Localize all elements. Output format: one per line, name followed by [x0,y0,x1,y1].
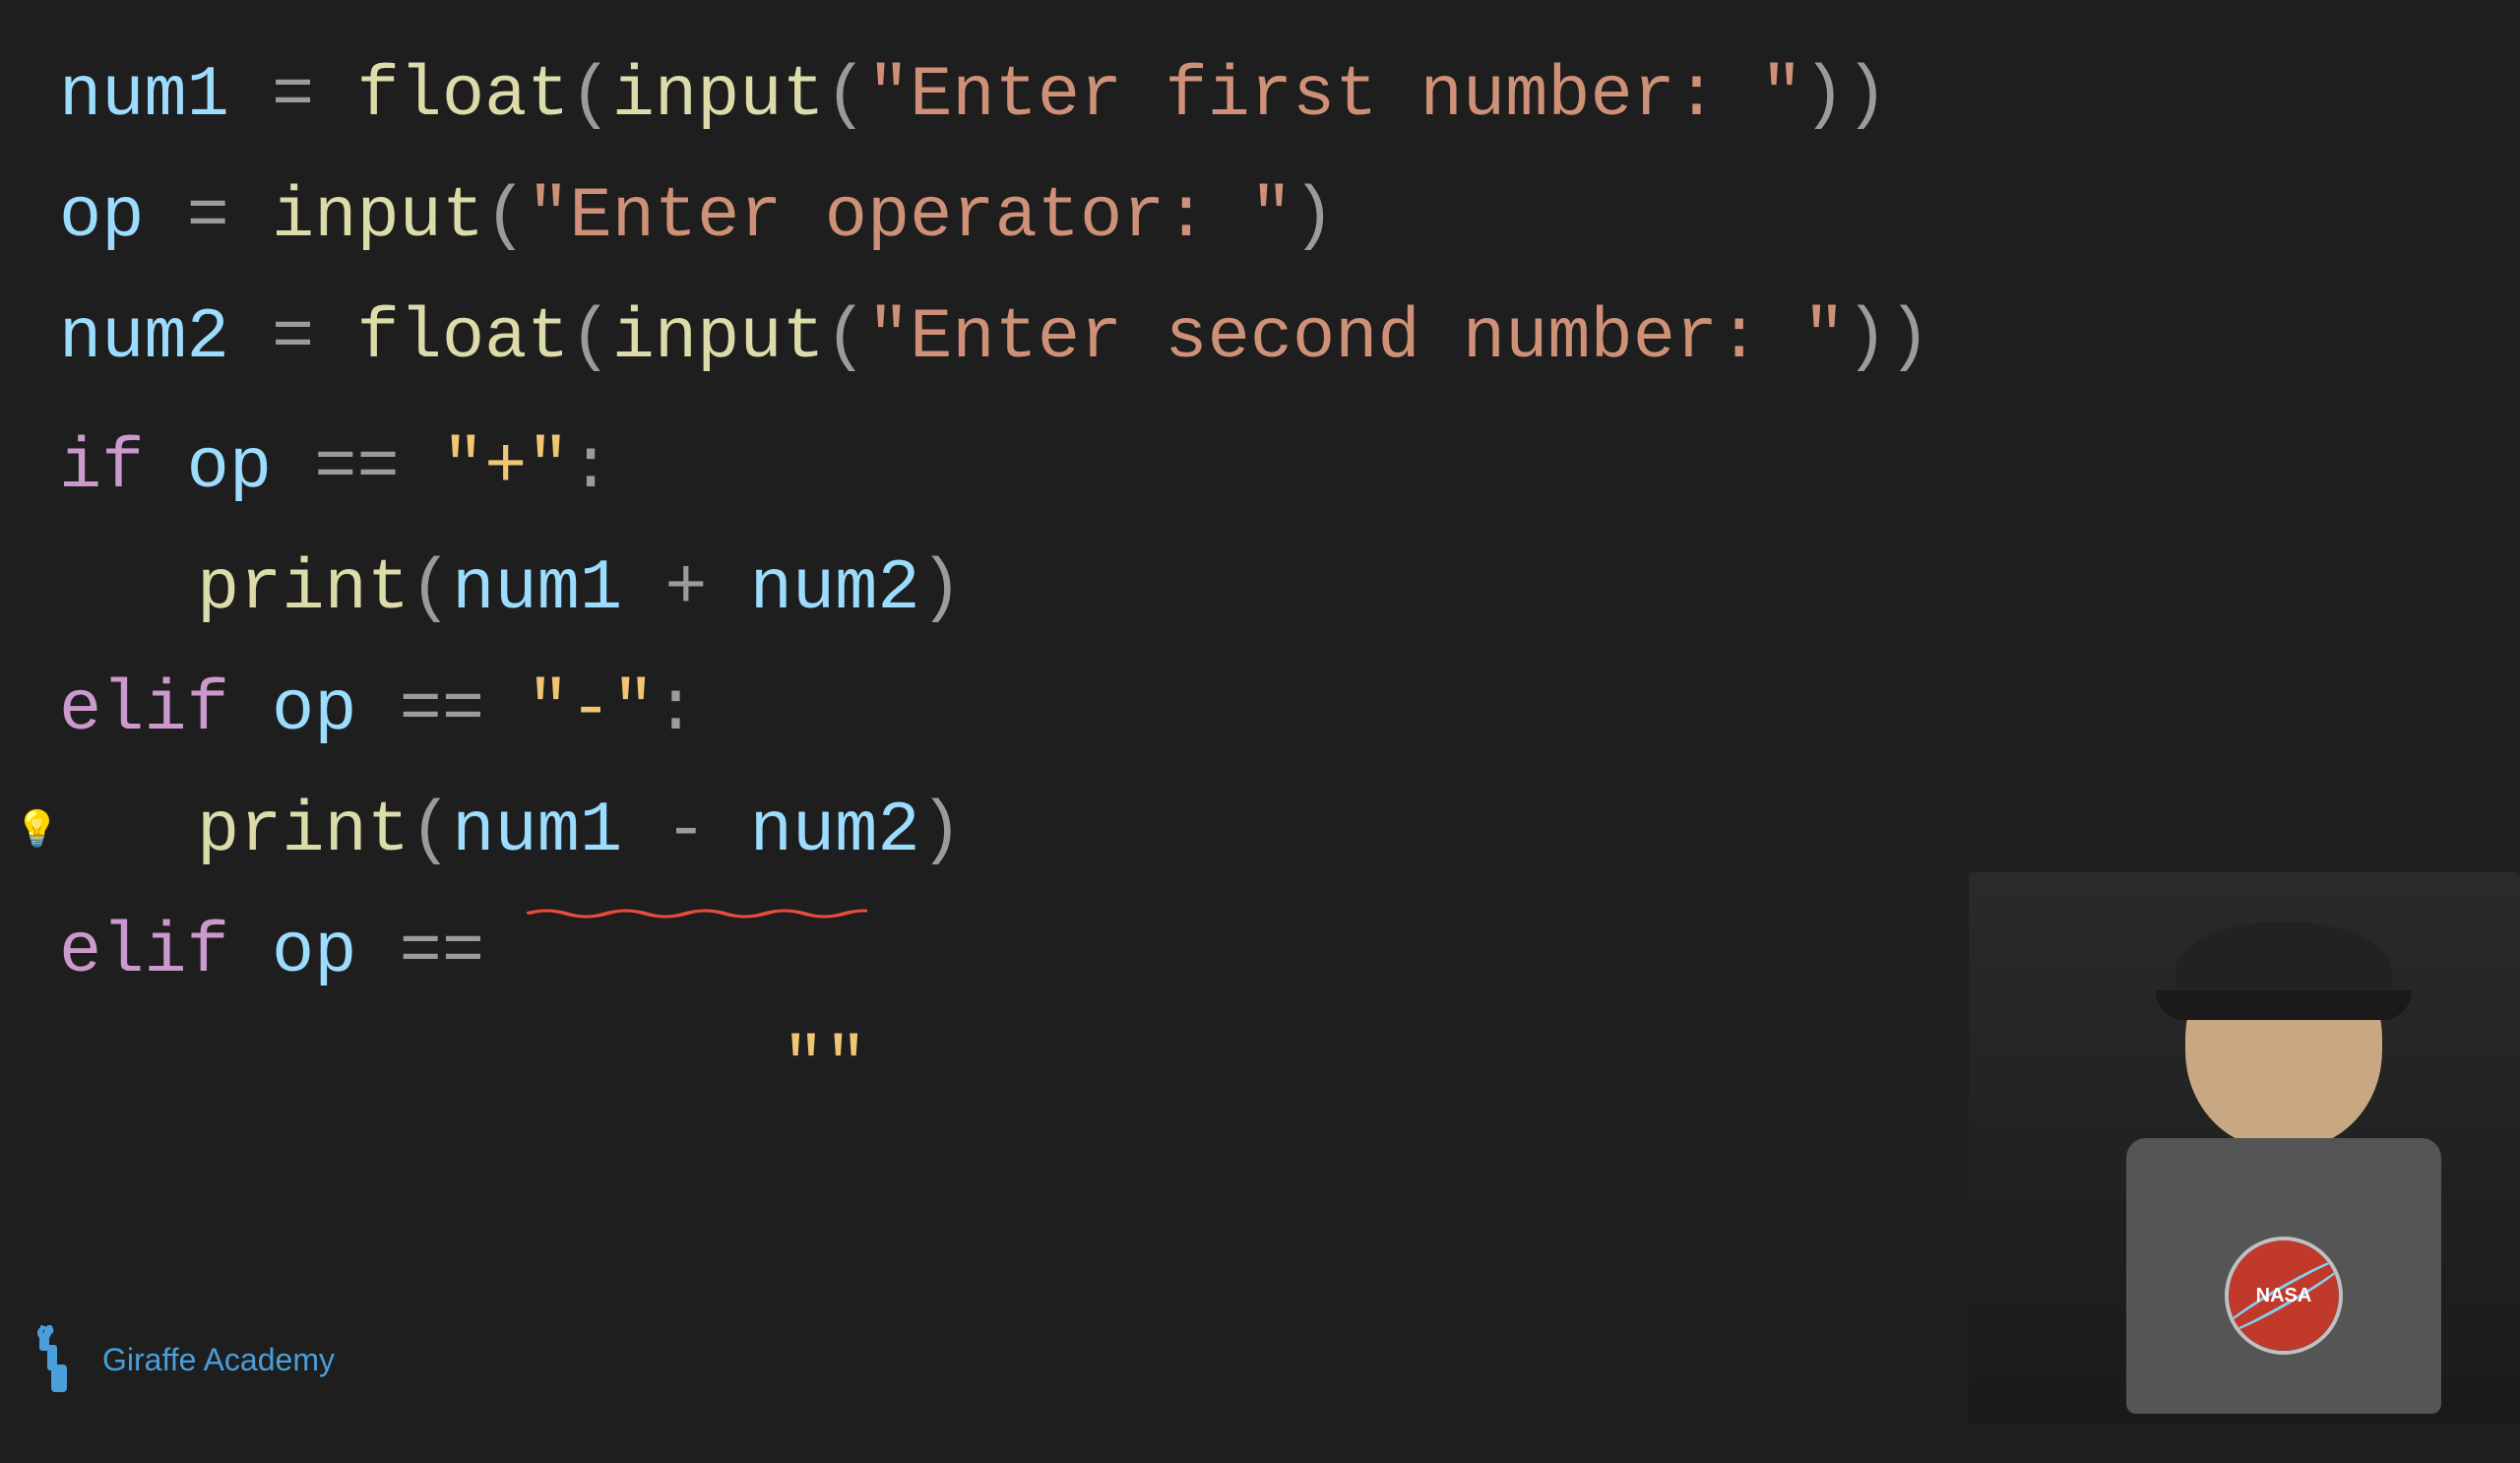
str-enter-op: "Enter operator: " [527,160,1292,274]
person-silhouette: NASA [2077,912,2490,1424]
var-op-4: op [272,896,356,1009]
fn-input-2: input [272,160,484,274]
person-torso: NASA [2126,1138,2441,1414]
str-minus: "-" [527,654,655,767]
fn-print-2: print [197,775,410,888]
code-line-3: num2 = float ( input ( "Enter second num… [59,282,2461,395]
branding-bar: Giraffe Academy [30,1325,335,1394]
var-num2: num2 [59,282,229,395]
fn-input: input [612,39,825,153]
giraffe-logo-icon [30,1325,89,1394]
code-line-print-1: print ( num1 + num2 ) [59,533,2461,646]
str-enter-second: "Enter second number: " [867,282,1846,395]
code-line-1: num1 = float ( input ( "Enter first numb… [59,39,2461,153]
branding-name: Giraffe Academy [102,1342,335,1378]
str-enter-first: "Enter first number: " [867,39,1803,153]
var-num1: num1 [59,39,229,153]
space: = [229,39,357,153]
code-line-if: if op == "+" : [59,412,2461,525]
kw-elif-2: elif [59,896,229,1009]
str-plus: "+" [442,412,570,525]
nasa-text: NASA [2256,1285,2312,1307]
var-op: op [59,160,144,274]
kw-if: if [59,412,144,525]
fn-print-1: print [197,533,410,646]
str-empty-incomplete: "" [527,896,867,1463]
webcam-overlay: NASA [1969,872,2520,1424]
var-op-3: op [272,654,356,767]
var-op-2: op [187,412,272,525]
nasa-logo: NASA [2225,1237,2343,1355]
lightbulb-icon[interactable]: 💡 [15,803,59,860]
code-line-2: op = input ( "Enter operator: " ) [59,160,2461,274]
cap-brim [2156,990,2412,1020]
code-line-elif-1: elif op == "-" : [59,654,2461,767]
fn-float-2: float [356,282,569,395]
fn-float: float [356,39,569,153]
fn-input-3: input [612,282,825,395]
kw-elif-1: elif [59,654,229,767]
presenter-video: NASA [1969,872,2520,1424]
